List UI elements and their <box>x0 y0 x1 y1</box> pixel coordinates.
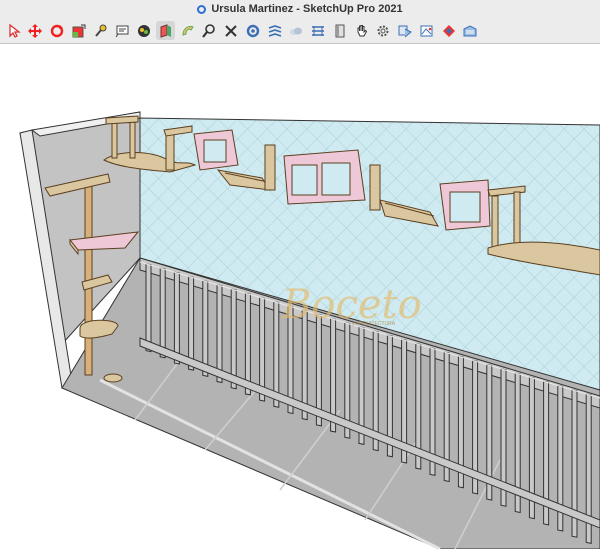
styles-icon[interactable] <box>417 21 436 40</box>
railing-baluster <box>145 263 152 353</box>
sketchup-app-icon <box>197 4 207 14</box>
rotate-icon[interactable] <box>48 21 67 40</box>
railing-baluster <box>202 279 209 377</box>
zoom-extents-icon[interactable] <box>222 21 241 40</box>
railing-baluster <box>230 288 237 390</box>
zoom-icon[interactable] <box>200 21 219 40</box>
railing-baluster <box>216 284 223 384</box>
paint-bucket-icon[interactable] <box>135 21 154 40</box>
select-arrow-icon[interactable] <box>4 21 23 40</box>
pan-hand-icon[interactable] <box>352 21 371 40</box>
model-scene: Boceto y ARQUITECTURA <box>19 111 600 549</box>
railing-baluster <box>188 275 195 371</box>
tape-measure-icon[interactable] <box>91 21 110 40</box>
drawing-viewport[interactable]: Boceto y ARQUITECTURA <box>0 45 600 549</box>
sandbox-icon[interactable] <box>265 21 284 40</box>
components-icon[interactable] <box>396 21 415 40</box>
gear-icon[interactable] <box>374 21 393 40</box>
main-toolbar <box>0 18 600 44</box>
orbit-icon[interactable] <box>178 21 197 40</box>
railing-baluster <box>159 267 166 359</box>
dimensions-icon[interactable] <box>309 21 328 40</box>
warehouse-icon[interactable] <box>461 21 480 40</box>
clouds-icon[interactable] <box>287 21 306 40</box>
scale-icon[interactable] <box>69 21 88 40</box>
move-icon[interactable] <box>26 21 45 40</box>
follow-me-icon[interactable] <box>243 21 262 40</box>
watermark-tagline: y ARQUITECTURA <box>352 321 396 327</box>
door-icon[interactable] <box>330 21 349 40</box>
section-plane-icon[interactable] <box>156 21 176 40</box>
window-title-bar: Ursula Martinez - SketchUp Pro 2021 <box>0 0 600 18</box>
window-title: Ursula Martinez - SketchUp Pro 2021 <box>211 3 403 15</box>
extension-warehouse-icon[interactable] <box>439 21 458 40</box>
text-icon[interactable] <box>113 21 132 40</box>
railing-baluster <box>173 271 180 365</box>
